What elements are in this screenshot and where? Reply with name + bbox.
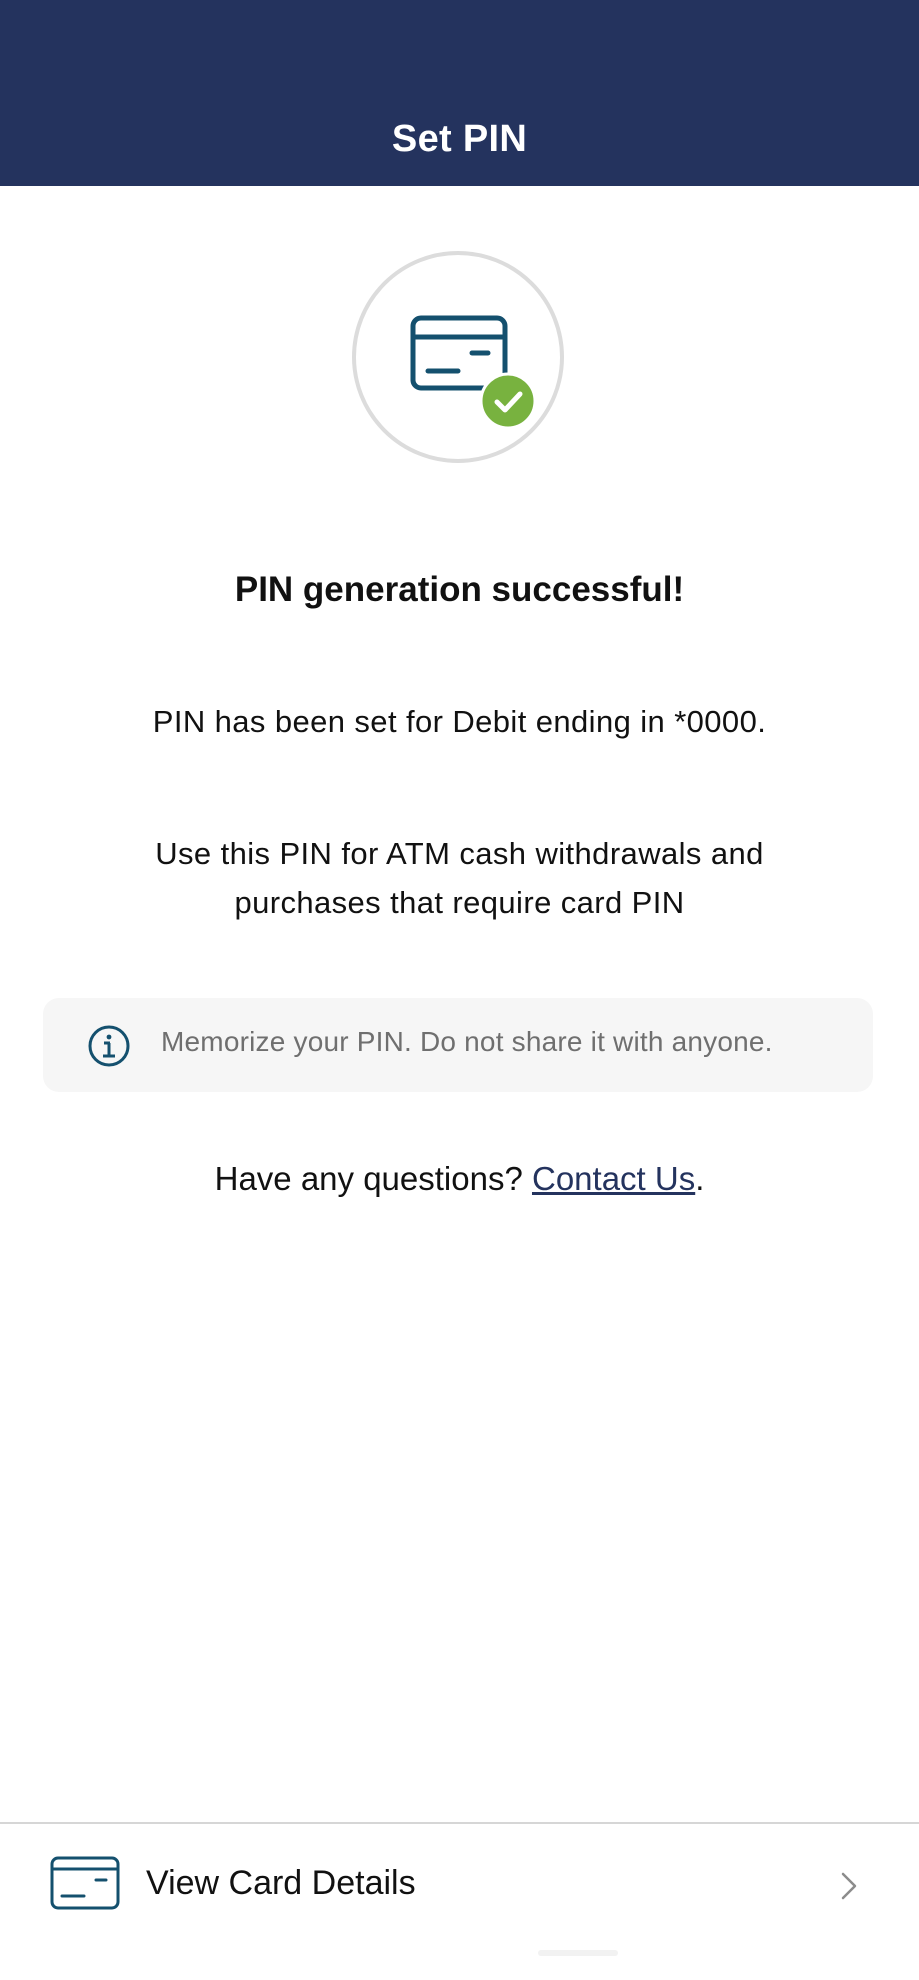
usage-message-line-2: purchases that require card PIN (234, 885, 685, 920)
page-title: Set PIN (391, 118, 528, 160)
success-heading: PIN generation successful! (234, 570, 685, 609)
usage-message-line-1: Use this PIN for ATM cash withdrawals an… (155, 836, 764, 871)
view-card-details-label: View Card Details (146, 1864, 416, 1902)
notice-text: Memorize your PIN. Do not share it with … (161, 1026, 773, 1057)
view-card-details-button[interactable]: View Card Details (0, 1824, 919, 1948)
chevron-right-icon (841, 1872, 857, 1900)
credit-card-icon (50, 1856, 120, 1910)
help-suffix: . (695, 1160, 705, 1197)
security-notice: Memorize your PIN. Do not share it with … (43, 998, 873, 1092)
check-circle-icon (479, 372, 537, 430)
success-illustration (352, 251, 564, 463)
set-pin-success-screen: Set PIN PIN generation successful! PIN h… (0, 0, 919, 1980)
pin-set-message: PIN has been set for Debit ending in *00… (152, 704, 767, 739)
contact-us-link[interactable]: Contact Us (532, 1160, 695, 1197)
header-bar: Set PIN (0, 0, 919, 186)
home-indicator (538, 1950, 618, 1956)
info-icon (88, 1025, 130, 1067)
help-prefix: Have any questions? (214, 1160, 523, 1197)
help-line: Have any questions? Contact Us. (0, 1160, 919, 1198)
